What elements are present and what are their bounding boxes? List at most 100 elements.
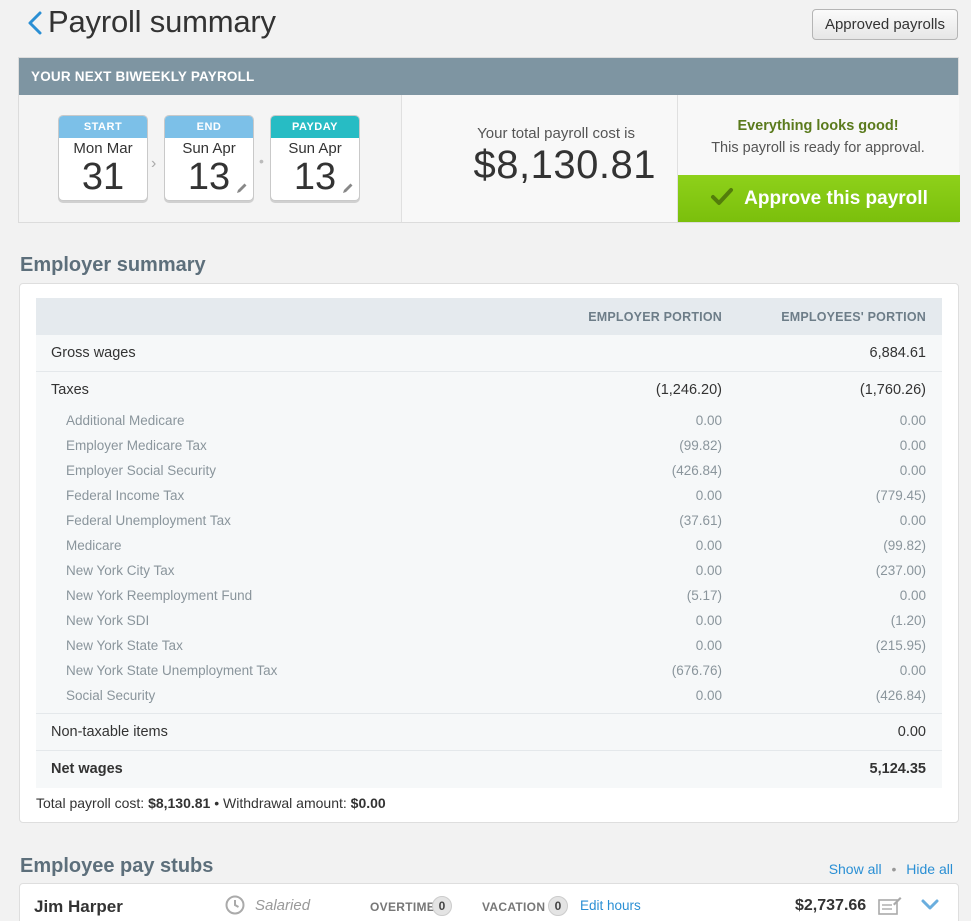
- links-separator: •: [891, 861, 897, 877]
- withdrawal-value: $0.00: [350, 795, 386, 811]
- employees-portion-header: EMPLOYEES' PORTION: [781, 310, 926, 324]
- table-header: EMPLOYER PORTION EMPLOYEES' PORTION: [36, 298, 942, 335]
- employer-portion-header: EMPLOYER PORTION: [588, 310, 722, 324]
- employees-value: 0.00: [897, 724, 926, 740]
- row-label: New York Reemployment Fund: [66, 588, 253, 603]
- page-title: Payroll summary: [48, 4, 276, 39]
- employees-value: (99.82): [883, 538, 926, 553]
- employer-value: (37.61): [679, 513, 722, 528]
- employees-value: 0.00: [899, 663, 926, 678]
- tax-line-row: New York SDI 0.00 (1.20): [36, 609, 942, 634]
- employees-value: (1.20): [890, 613, 926, 628]
- row-label: Additional Medicare: [66, 413, 185, 428]
- chevron-right-icon: ›: [151, 155, 157, 172]
- employees-value: (779.45): [875, 488, 926, 503]
- employees-value: (215.95): [875, 638, 926, 653]
- back-chevron-icon[interactable]: [24, 10, 46, 36]
- overtime-label: OVERTIME: [370, 900, 436, 914]
- pencil-icon[interactable]: [342, 182, 354, 194]
- overtime-badge: 0: [432, 896, 452, 916]
- employer-value: 0.00: [695, 638, 722, 653]
- employees-value: (426.84): [875, 688, 926, 703]
- employer-value: 0.00: [695, 488, 722, 503]
- row-label: Non-taxable items: [51, 724, 168, 740]
- employees-value: (237.00): [875, 563, 926, 578]
- clock-icon: [225, 895, 245, 915]
- row-label: Medicare: [66, 538, 122, 553]
- approve-payroll-button[interactable]: Approve this payroll: [678, 175, 960, 222]
- employee-name: Jim Harper: [34, 897, 123, 916]
- approval-area: Everything looks good! This payroll is r…: [677, 95, 960, 222]
- vacation-badge: 0: [548, 896, 568, 916]
- employer-value: 0.00: [695, 688, 722, 703]
- gross-wages-row: Gross wages 6,884.61: [36, 335, 942, 372]
- start-date-month: Mon Mar: [73, 140, 133, 157]
- employees-value: 0.00: [899, 413, 926, 428]
- employer-value: (426.84): [671, 463, 722, 478]
- employees-value: 0.00: [899, 588, 926, 603]
- employer-value: (1,246.20): [655, 382, 722, 398]
- tax-line-row: New York State Tax 0.00 (215.95): [36, 634, 942, 659]
- payday-calendar[interactable]: PAYDAY Sun Apr 13: [270, 115, 360, 201]
- row-label: Employer Medicare Tax: [66, 438, 207, 453]
- employer-value: 0.00: [695, 613, 722, 628]
- row-label: New York State Tax: [66, 638, 183, 653]
- panel-banner: YOUR NEXT BIWEEKLY PAYROLL: [19, 58, 958, 95]
- row-label: New York City Tax: [66, 563, 175, 578]
- taxes-row: Taxes (1,246.20) (1,760.26): [36, 372, 942, 409]
- paystub-icon[interactable]: [878, 895, 902, 915]
- employer-value: (676.76): [671, 663, 722, 678]
- row-label: Gross wages: [51, 345, 136, 361]
- employer-value: 0.00: [695, 563, 722, 578]
- summary-table: EMPLOYER PORTION EMPLOYEES' PORTION Gros…: [36, 298, 942, 788]
- total-cost-footer-label: Total payroll cost:: [36, 795, 145, 811]
- tax-line-row: New York State Unemployment Tax (676.76) 0…: [36, 659, 942, 684]
- end-date-month: Sun Apr: [182, 140, 236, 157]
- employees-value: 0.00: [899, 513, 926, 528]
- start-date-calendar: START Mon Mar 31: [58, 115, 148, 201]
- payday-month: Sun Apr: [288, 140, 342, 157]
- row-label: Net wages: [51, 761, 123, 777]
- row-label: New York SDI: [66, 613, 150, 628]
- employees-value: (1,760.26): [859, 382, 926, 398]
- employees-value: 0.00: [899, 463, 926, 478]
- end-date-calendar[interactable]: END Sun Apr 13: [164, 115, 254, 201]
- employer-summary-title: Employer summary: [20, 254, 206, 276]
- tax-line-row: Social Security 0.00 (426.84): [36, 684, 942, 709]
- separator-dot-icon: •: [259, 153, 264, 169]
- total-cost-amount: $8,130.81: [473, 143, 656, 187]
- start-date-day: 31: [81, 156, 125, 198]
- row-label: Social Security: [66, 688, 156, 703]
- chevron-down-icon[interactable]: [920, 898, 940, 912]
- totals-line: Total payroll cost: $8,130.81 • Withdraw…: [36, 795, 386, 811]
- employees-value: 0.00: [899, 438, 926, 453]
- employer-value: (99.82): [679, 438, 722, 453]
- hide-all-link[interactable]: Hide all: [906, 861, 953, 877]
- pay-amount: $2,737.66: [795, 897, 867, 914]
- tax-line-row: Employer Medicare Tax (99.82) 0.00: [36, 434, 942, 459]
- tax-line-row: Medicare 0.00 (99.82): [36, 534, 942, 559]
- employer-value: (5.17): [686, 588, 722, 603]
- pay-stubs-title: Employee pay stubs: [20, 855, 214, 877]
- pay-type: Salaried: [255, 897, 311, 914]
- row-label: Federal Unemployment Tax: [66, 513, 231, 528]
- non-taxable-row: Non-taxable items 0.00: [36, 714, 942, 751]
- row-label: Federal Income Tax: [66, 488, 185, 503]
- next-payroll-panel: YOUR NEXT BIWEEKLY PAYROLL START Mon Mar…: [18, 57, 960, 223]
- checkmark-icon: [711, 188, 734, 205]
- tax-line-row: Additional Medicare 0.00 0.00: [36, 409, 942, 434]
- employer-value: 0.00: [695, 538, 722, 553]
- employer-value: 0.00: [695, 413, 722, 428]
- table-body: Gross wages 6,884.61 Taxes (1,246.20) (1…: [36, 335, 942, 788]
- tax-line-row: New York Reemployment Fund (5.17) 0.00: [36, 584, 942, 609]
- approve-button-label: Approve this payroll: [744, 188, 928, 209]
- approved-payrolls-button[interactable]: Approved payrolls: [812, 9, 958, 40]
- stubs-links: Show all • Hide all: [829, 861, 953, 877]
- pencil-icon[interactable]: [236, 182, 248, 194]
- end-date-label: END: [165, 116, 253, 138]
- employer-summary-card: EMPLOYER PORTION EMPLOYEES' PORTION Gros…: [19, 283, 959, 823]
- tax-lines: Additional Medicare 0.00 0.00 Employer Medi…: [36, 409, 942, 709]
- show-all-link[interactable]: Show all: [829, 861, 882, 877]
- pay-stub-row[interactable]: Jim Harper Salaried OVERTIME 0 VACATION …: [19, 883, 959, 921]
- edit-hours-link[interactable]: Edit hours: [580, 898, 641, 913]
